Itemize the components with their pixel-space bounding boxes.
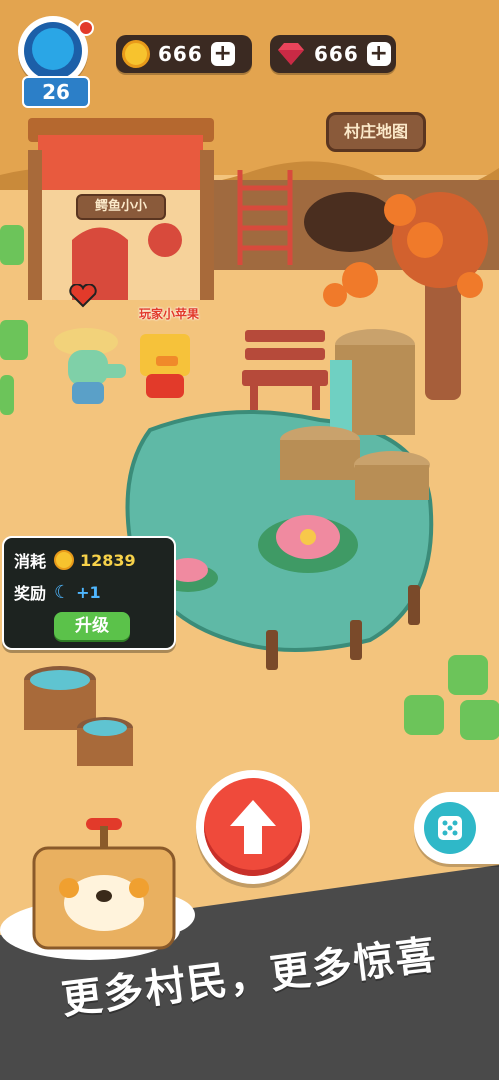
dice-icon	[438, 816, 462, 840]
arrow-up-icon	[230, 800, 276, 854]
gem-icon	[278, 43, 304, 65]
crocodile-villager[interactable]	[52, 320, 130, 410]
dice-button[interactable]	[414, 792, 499, 864]
cost-label: 消耗	[14, 552, 47, 571]
heart-icon	[69, 284, 97, 308]
village-map-button[interactable]: 村庄地图	[326, 112, 426, 152]
gem-amount: 666	[314, 42, 359, 66]
gem-counter: 666 +	[270, 35, 396, 73]
upgrade-panel: 消耗 12839 奖励 ☾ +1 升级	[2, 536, 176, 650]
add-gems-button[interactable]: +	[366, 42, 391, 66]
player-duck-character[interactable]	[136, 330, 196, 402]
move-up-button[interactable]	[196, 770, 310, 884]
reward-value: +1	[76, 582, 101, 602]
level-badge[interactable]: 26	[16, 16, 94, 108]
add-coins-button[interactable]: +	[210, 42, 235, 66]
notification-dot	[78, 20, 94, 36]
upgrade-button[interactable]: 升级	[54, 612, 130, 640]
reward-label: 奖励	[14, 584, 47, 603]
moon-icon: ☾	[54, 581, 71, 603]
house-name-sign: 鳄鱼小小	[76, 194, 166, 220]
player-name-label: 玩家小苹果	[139, 307, 200, 321]
coin-counter: 666 +	[116, 35, 252, 73]
bear-mascot	[32, 818, 176, 950]
coin-amount: 666	[158, 42, 203, 66]
coin-icon	[122, 40, 150, 68]
coin-icon	[54, 550, 74, 570]
level-number: 26	[22, 76, 90, 108]
cost-value: 12839	[80, 550, 136, 570]
